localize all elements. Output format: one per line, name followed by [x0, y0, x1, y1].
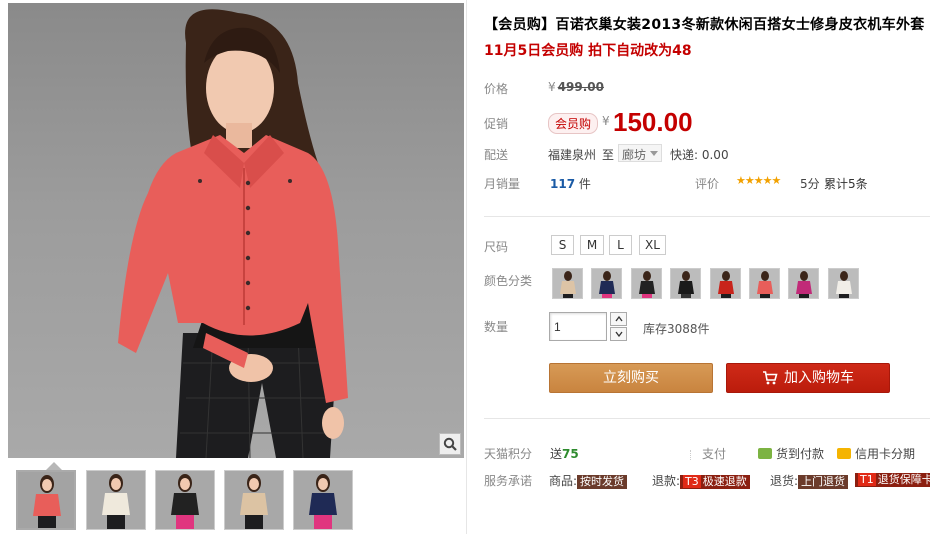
product-subtitle: 11月5日会员购 拍下自动改为48	[484, 43, 692, 59]
thumbnail-3[interactable]	[155, 470, 215, 530]
destination-value: 廊坊	[622, 148, 647, 162]
destination-select[interactable]: 廊坊	[618, 144, 662, 162]
star-rating-icon: ★★★★★	[736, 174, 781, 187]
thumbnail-1[interactable]	[16, 470, 76, 530]
thumbnail-pointer	[46, 462, 62, 470]
monthly-sales-label: 月销量	[484, 177, 521, 191]
size-option-l[interactable]: L	[609, 235, 632, 255]
cash-icon	[758, 448, 772, 459]
zoom-button[interactable]	[439, 433, 461, 455]
promo-price: 150.00	[613, 107, 693, 137]
rating-label: 评价	[695, 177, 720, 191]
section-divider	[484, 216, 930, 217]
color-option-white[interactable]	[828, 268, 859, 299]
color-option-black[interactable]	[670, 268, 701, 299]
promo-currency: ¥	[602, 114, 610, 128]
model-photo	[118, 9, 348, 458]
points-label: 天猫积分	[484, 447, 533, 461]
size-option-m[interactable]: M	[580, 235, 604, 255]
shipping-label: 配送	[484, 148, 509, 162]
color-option-magenta[interactable]	[788, 268, 819, 299]
price-label: 价格	[484, 82, 509, 96]
guarantee-tag: 退货保障卡	[877, 473, 930, 486]
ship-origin: 福建泉州	[548, 148, 597, 162]
service-label: 服务承诺	[484, 474, 533, 488]
buy-now-button[interactable]: 立刻购买	[549, 363, 713, 393]
section-divider-2	[484, 418, 930, 419]
monthly-sales: 117 件	[550, 175, 591, 192]
size-option-s[interactable]: S	[551, 235, 574, 255]
product-main-image[interactable]	[8, 3, 464, 458]
color-option-beige[interactable]	[552, 268, 583, 299]
monthly-sales-count: 117	[550, 177, 576, 191]
quantity-increment-button[interactable]	[610, 312, 627, 326]
chevron-down-icon	[650, 151, 658, 156]
product-title: 【会员购】百诺衣巢女装2013冬新款休闲百搭女士修身皮衣机车外套	[484, 17, 925, 33]
service-return-label: 退货:	[770, 474, 799, 488]
original-price-value: 499.00	[557, 80, 604, 94]
service-goods-label: 商品:	[549, 474, 578, 488]
thumbnail-2[interactable]	[86, 470, 146, 530]
add-to-cart-button[interactable]: 加入购物车	[726, 363, 890, 393]
service-return: 退货: 上门退货	[770, 472, 849, 489]
dotted-separator	[690, 450, 691, 460]
stock-count: 库存3088件	[643, 322, 710, 336]
review-count-link[interactable]: 累计5条	[824, 175, 868, 192]
service-refund-label: 退款:	[652, 474, 681, 488]
service-refund: 退款: T3 极速退款	[652, 472, 750, 489]
color-option-red[interactable]	[710, 268, 741, 299]
chevron-up-icon	[614, 316, 623, 322]
service-guarantee: T1 退货保障卡	[855, 472, 930, 487]
points-prefix: 送	[550, 447, 563, 461]
promo-tag: 会员购	[548, 113, 599, 134]
monthly-sales-unit: 件	[578, 177, 591, 191]
vertical-divider	[466, 0, 467, 534]
rating-score: 5分	[800, 177, 820, 191]
shipping-fee: 快递: 0.00	[670, 148, 729, 162]
return-guarantee-badge: T1 退货保障卡	[855, 473, 930, 487]
payment-label: 支付	[702, 447, 727, 461]
color-label: 颜色分类	[484, 274, 533, 288]
service-goods: 商品: 按时发货	[549, 472, 628, 489]
magnifier-icon	[443, 437, 457, 451]
cart-icon	[763, 371, 778, 385]
size-label: 尺码	[484, 240, 509, 254]
quantity-label: 数量	[484, 320, 509, 334]
color-option-black-pink[interactable]	[631, 268, 662, 299]
installment-label: 信用卡分期	[855, 447, 916, 461]
original-price: ¥499.00	[548, 80, 604, 94]
on-time-shipping-badge: 按时发货	[577, 475, 628, 489]
credit-card-icon	[837, 448, 851, 459]
ship-to-word: 至	[602, 148, 615, 162]
cod-option: 货到付款	[758, 445, 824, 462]
add-to-cart-label: 加入购物车	[784, 370, 854, 386]
installment-option: 信用卡分期	[837, 445, 915, 462]
points-value: 送75	[550, 445, 579, 462]
quantity-input[interactable]	[549, 312, 607, 341]
size-option-xl[interactable]: XL	[639, 235, 666, 255]
color-option-navy[interactable]	[591, 268, 622, 299]
door-return-badge: 上门退货	[798, 475, 849, 489]
thumbnail-4[interactable]	[224, 470, 284, 530]
currency-symbol: ¥	[548, 80, 556, 94]
fast-refund-badge: T3 极速退款	[680, 475, 750, 489]
thumbnail-5[interactable]	[293, 470, 353, 530]
quantity-decrement-button[interactable]	[610, 327, 627, 341]
points-number: 75	[562, 447, 579, 461]
promo-label: 促销	[484, 117, 509, 131]
chevron-down-icon	[614, 331, 623, 337]
thumbnail-strip	[8, 460, 464, 532]
color-option-coral[interactable]	[749, 268, 780, 299]
guarantee-code: T1	[858, 473, 876, 486]
refund-code: T3	[683, 475, 701, 488]
cod-label: 货到付款	[776, 447, 825, 461]
refund-tag: 极速退款	[702, 475, 747, 488]
